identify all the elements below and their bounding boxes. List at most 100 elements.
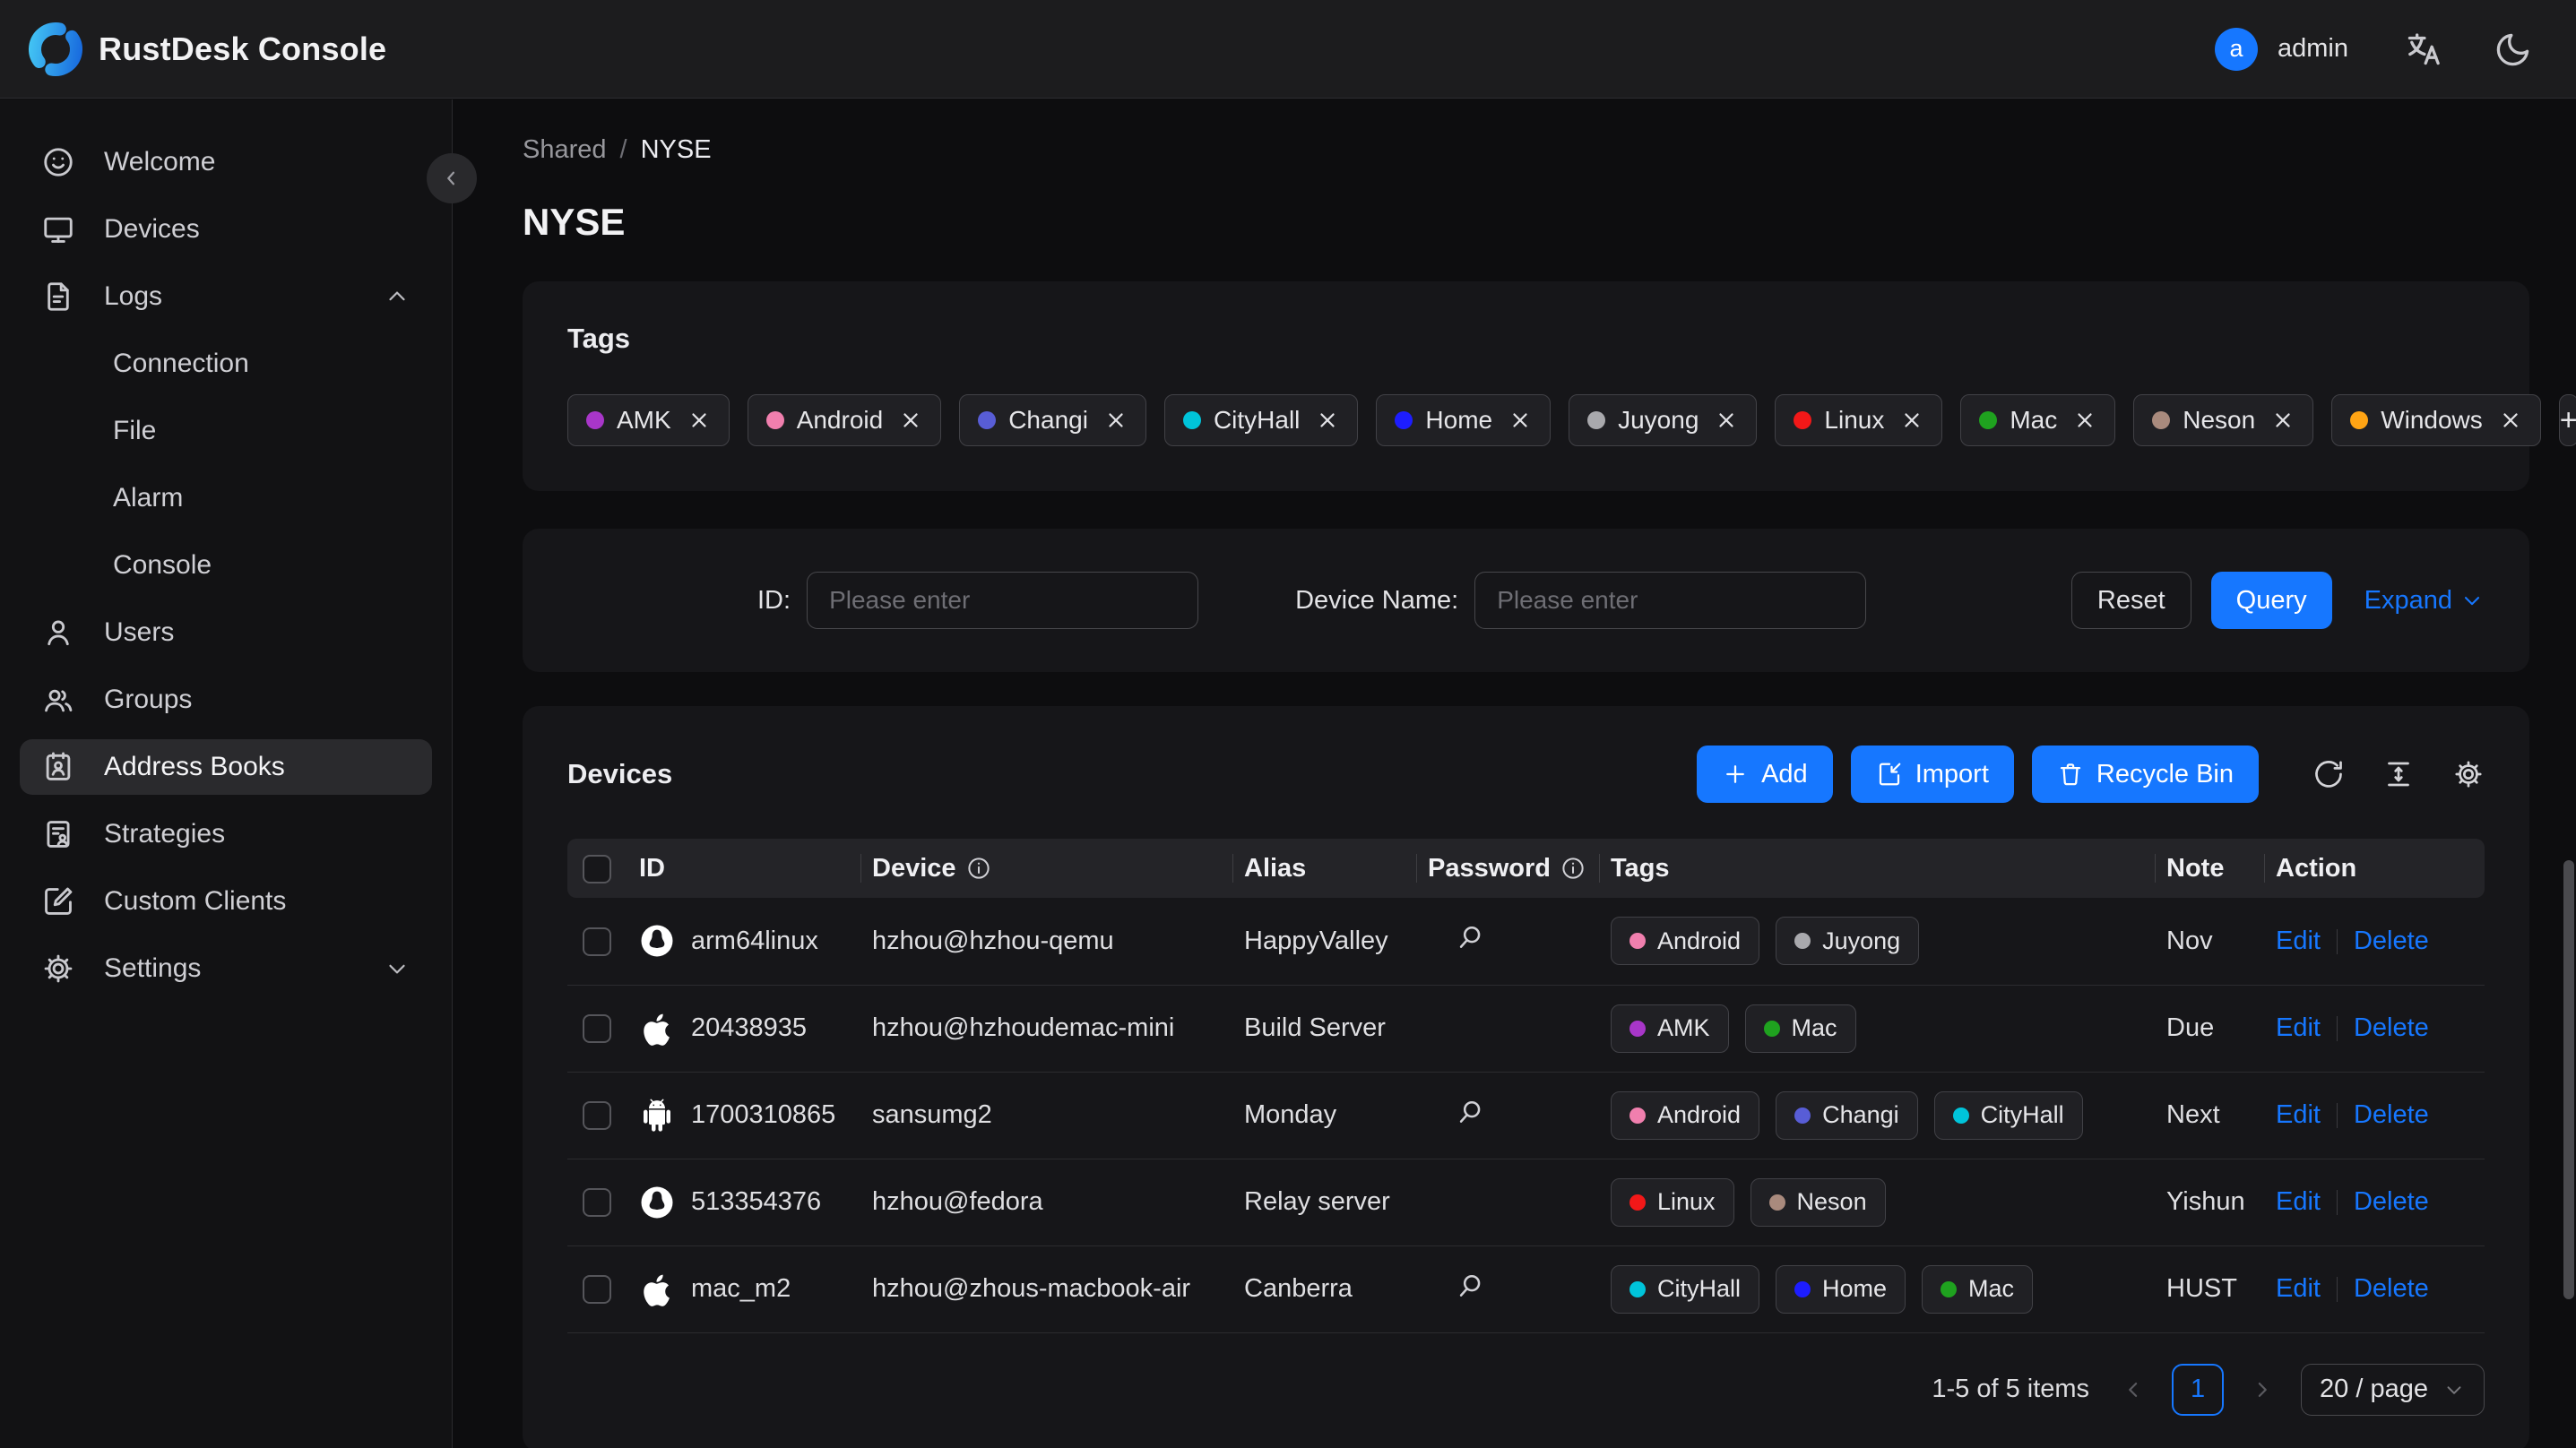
delete-link[interactable]: Delete [2354,1100,2429,1129]
tag-color-dot [1763,1020,1780,1037]
add-device-label: Add [1761,759,1808,789]
refresh-icon[interactable] [2312,758,2345,790]
sidebar-item-strategies[interactable]: Strategies [20,806,432,862]
tag-color-dot [1794,1280,1811,1297]
main-content: Shared / NYSE NYSE Tags AMK Android Changi… [453,99,2576,1448]
tag-chip-cityhall: CityHall [1933,1090,2083,1140]
row-checkbox[interactable] [583,1101,611,1131]
tag-chip-label: CityHall [1657,1275,1742,1302]
android-icon [644,1099,670,1132]
close-icon[interactable] [1104,409,1128,432]
language-button[interactable] [2404,30,2443,69]
device-name-input[interactable] [1474,572,1867,629]
delete-link[interactable]: Delete [2354,927,2429,955]
close-icon[interactable] [899,409,922,432]
tag-chip-cityhall[interactable]: CityHall [1163,394,1359,446]
row-tags: Linux Neson [1611,1177,2145,1227]
expand-link[interactable]: Expand [2364,586,2485,616]
delete-link[interactable]: Delete [2354,1274,2429,1303]
close-icon[interactable] [2499,409,2522,432]
reset-button[interactable]: Reset [2070,572,2191,629]
edit-link[interactable]: Edit [2276,1274,2321,1303]
tag-chip-label: Windows [2381,406,2483,434]
row-height-icon[interactable] [2382,758,2415,790]
tag-color-dot [1979,411,1998,429]
breadcrumb-parent[interactable]: Shared [523,135,607,165]
add-device-button[interactable]: Add [1697,746,1833,803]
id-input[interactable] [807,572,1199,629]
tag-chip-windows[interactable]: Windows [2331,394,2541,446]
sidebar-item-users[interactable]: Users [20,605,432,660]
edit-link[interactable]: Edit [2276,927,2321,955]
sidebar-item-settings[interactable]: Settings [20,941,432,996]
add-tag-button[interactable]: + [2558,394,2576,446]
sidebar-item-logs[interactable]: Logs [20,269,432,324]
chevron-down-icon [389,964,405,974]
avatar[interactable]: a [2215,27,2258,71]
select-all-checkbox[interactable] [583,854,611,883]
recycle-bin-button[interactable]: Recycle Bin [2031,746,2259,803]
edit-link[interactable]: Edit [2276,1013,2321,1042]
next-page-icon[interactable] [2249,1376,2276,1403]
device-alias: Relay server [1233,1159,1417,1246]
edit-link[interactable]: Edit [2276,1100,2321,1129]
close-icon[interactable] [2271,409,2295,432]
table-settings-gear-icon[interactable] [2452,758,2485,790]
page-size-select[interactable]: 20 / page [2301,1363,2485,1416]
delete-link[interactable]: Delete [2354,1013,2429,1042]
row-checkbox[interactable] [583,1275,611,1305]
scrollbar-thumb[interactable] [2563,860,2574,1299]
sidebar-item-address-books[interactable]: Address Books [20,739,432,795]
sidebar-item-connection[interactable]: Connection [20,336,432,392]
import-button[interactable]: Import [1850,746,2014,803]
theme-toggle[interactable] [2494,30,2533,69]
password-view-icon[interactable] [1455,1271,1485,1301]
row-checkbox[interactable] [583,927,611,956]
sidebar-item-alarm[interactable]: Alarm [20,470,432,526]
sidebar-item-custom-clients[interactable]: Custom Clients [20,874,432,929]
row-checkbox[interactable] [583,1014,611,1044]
tag-chip-mac: Mac [1744,1004,1856,1053]
sidebar-item-groups[interactable]: Groups [20,672,432,728]
tag-chip-changi[interactable]: Changi [959,394,1146,446]
query-button[interactable]: Query [2210,572,2332,629]
tag-color-dot [765,411,784,429]
sidebar-item-file[interactable]: File [20,403,432,459]
tag-chip-home[interactable]: Home [1376,394,1552,446]
close-icon[interactable] [1316,409,1339,432]
tag-chip-android[interactable]: Android [747,394,942,446]
row-checkbox[interactable] [583,1188,611,1218]
password-view-icon[interactable] [1455,1097,1485,1127]
sidebar-item-console[interactable]: Console [20,538,432,593]
close-icon[interactable] [1508,409,1532,432]
delete-link[interactable]: Delete [2354,1187,2429,1216]
tag-chip-android: Android [1611,917,1760,966]
tag-chip-neson[interactable]: Neson [2133,394,2314,446]
topbar: RustDesk Console a admin [0,0,2576,99]
close-icon[interactable] [1715,409,1738,432]
prev-page-icon[interactable] [2120,1376,2147,1403]
tag-chip-label: Linux [1657,1188,1716,1215]
import-icon [1879,763,1901,786]
device-id: 1700310865 [691,1100,836,1129]
linux-icon [641,1186,673,1218]
edit-link[interactable]: Edit [2276,1187,2321,1216]
tag-chip-amk[interactable]: AMK [567,394,730,446]
close-icon[interactable] [687,409,711,432]
tag-chip-android: Android [1611,1090,1760,1140]
chevron-down-icon [2464,597,2480,606]
sidebar-item-welcome[interactable]: Welcome [20,134,432,190]
tag-chip-label: Neson [2183,406,2256,434]
close-icon[interactable] [1900,409,1923,432]
tag-chip-mac[interactable]: Mac [1960,394,2116,446]
sidebar-item-devices[interactable]: Devices [20,202,432,257]
close-icon[interactable] [2073,409,2096,432]
tag-chip-label: AMK [1657,1014,1710,1041]
password-view-icon[interactable] [1455,922,1485,952]
page-number-button[interactable]: 1 [2172,1363,2225,1416]
tag-chip-linux[interactable]: Linux [1775,394,1943,446]
device-name: sansumg2 [861,1072,1233,1159]
column-id: ID [639,853,665,883]
tag-chip-juyong[interactable]: Juyong [1569,394,1758,446]
device-id: arm64linux [691,926,818,955]
